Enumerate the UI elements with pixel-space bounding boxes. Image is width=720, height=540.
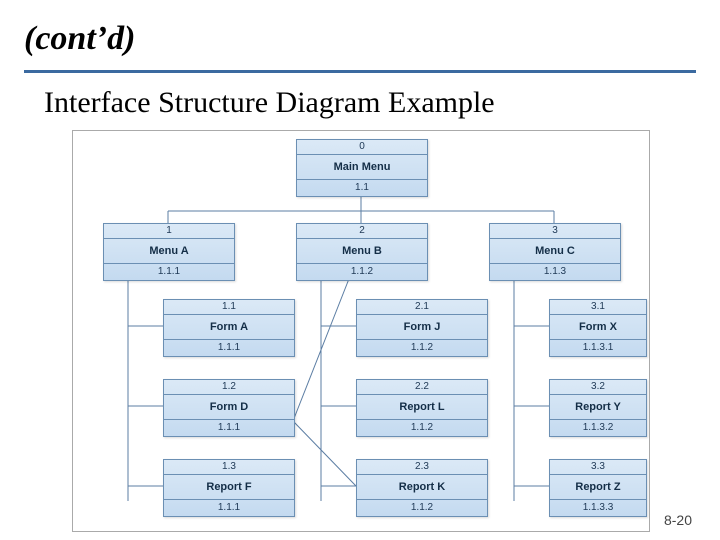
node-title: Form X bbox=[550, 315, 646, 340]
node-title: Main Menu bbox=[297, 155, 427, 180]
node-report-l: 2.2 Report L 1.1.2 bbox=[356, 379, 488, 437]
node-menu-a: 1 Menu A 1.1.1 bbox=[103, 223, 235, 281]
node-title: Report F bbox=[164, 475, 294, 500]
node-ref: 1.1.2 bbox=[357, 420, 487, 436]
node-ref: 1.1 bbox=[297, 180, 427, 196]
node-report-k: 2.3 Report K 1.1.2 bbox=[356, 459, 488, 517]
node-menu-b: 2 Menu B 1.1.2 bbox=[296, 223, 428, 281]
node-report-f: 1.3 Report F 1.1.1 bbox=[163, 459, 295, 517]
node-menu-c: 3 Menu C 1.1.3 bbox=[489, 223, 621, 281]
node-id: 2.2 bbox=[357, 380, 487, 395]
node-title: Report Z bbox=[550, 475, 646, 500]
node-id: 2 bbox=[297, 224, 427, 239]
node-title: Form D bbox=[164, 395, 294, 420]
node-title: Report L bbox=[357, 395, 487, 420]
node-ref: 1.1.2 bbox=[357, 500, 487, 516]
node-id: 3 bbox=[490, 224, 620, 239]
node-ref: 1.1.1 bbox=[164, 340, 294, 356]
node-title: Form J bbox=[357, 315, 487, 340]
node-ref: 1.1.2 bbox=[357, 340, 487, 356]
node-ref: 1.1.3 bbox=[490, 264, 620, 280]
node-form-d: 1.2 Form D 1.1.1 bbox=[163, 379, 295, 437]
node-title: Menu C bbox=[490, 239, 620, 264]
node-id: 3.3 bbox=[550, 460, 646, 475]
node-ref: 1.1.3.3 bbox=[550, 500, 646, 516]
node-title: Report K bbox=[357, 475, 487, 500]
node-report-y: 3.2 Report Y 1.1.3.2 bbox=[549, 379, 647, 437]
node-ref: 1.1.3.1 bbox=[550, 340, 646, 356]
node-id: 3.2 bbox=[550, 380, 646, 395]
node-id: 1 bbox=[104, 224, 234, 239]
node-id: 1.1 bbox=[164, 300, 294, 315]
node-form-x: 3.1 Form X 1.1.3.1 bbox=[549, 299, 647, 357]
node-title: Report Y bbox=[550, 395, 646, 420]
node-title: Menu B bbox=[297, 239, 427, 264]
slide-header: (cont’d) bbox=[24, 20, 135, 58]
node-id: 1.3 bbox=[164, 460, 294, 475]
node-ref: 1.1.2 bbox=[297, 264, 427, 280]
node-id: 0 bbox=[297, 140, 427, 155]
node-form-j: 2.1 Form J 1.1.2 bbox=[356, 299, 488, 357]
node-main-menu: 0 Main Menu 1.1 bbox=[296, 139, 428, 197]
node-title: Menu A bbox=[104, 239, 234, 264]
node-title: Form A bbox=[164, 315, 294, 340]
node-ref: 1.1.1 bbox=[164, 420, 294, 436]
node-id: 2.1 bbox=[357, 300, 487, 315]
diagram-canvas: 0 Main Menu 1.1 1 Menu A 1.1.1 2 Menu B … bbox=[72, 130, 650, 532]
node-ref: 1.1.1 bbox=[104, 264, 234, 280]
node-ref: 1.1.1 bbox=[164, 500, 294, 516]
node-ref: 1.1.3.2 bbox=[550, 420, 646, 436]
node-id: 2.3 bbox=[357, 460, 487, 475]
node-id: 1.2 bbox=[164, 380, 294, 395]
node-form-a: 1.1 Form A 1.1.1 bbox=[163, 299, 295, 357]
header-rule bbox=[24, 70, 696, 73]
node-report-z: 3.3 Report Z 1.1.3.3 bbox=[549, 459, 647, 517]
slide-subtitle: Interface Structure Diagram Example bbox=[44, 86, 495, 120]
node-id: 3.1 bbox=[550, 300, 646, 315]
page-number: 8-20 bbox=[664, 512, 692, 528]
